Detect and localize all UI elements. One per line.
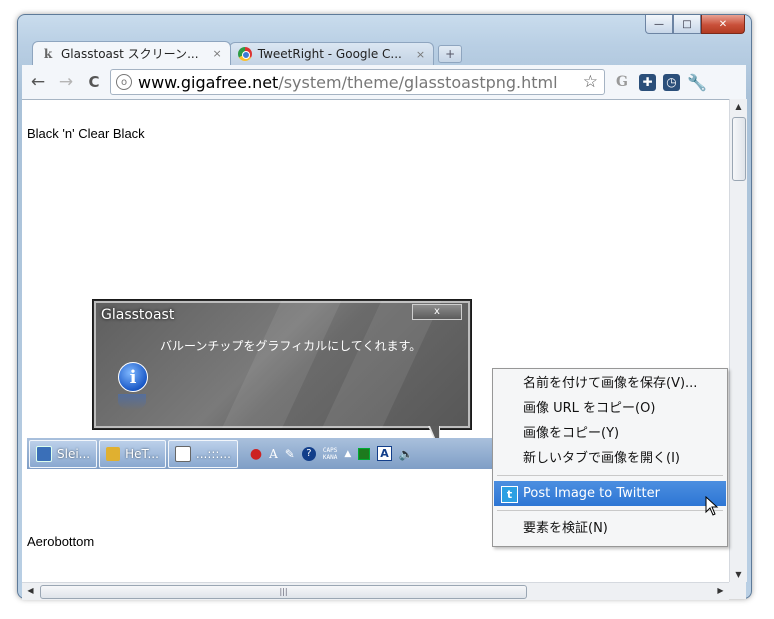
menu-item-save-image[interactable]: 名前を付けて画像を保存(V)...: [494, 371, 726, 396]
console-app-icon: [174, 445, 191, 462]
close-button[interactable]: ✕: [701, 15, 745, 34]
font-tray-icon[interactable]: A: [269, 447, 278, 461]
help-tray-icon[interactable]: ?: [301, 446, 316, 461]
taskbar-button-label: HeT...: [125, 446, 159, 461]
minimize-button[interactable]: —: [645, 15, 673, 34]
tab-close-icon[interactable]: ×: [213, 47, 222, 60]
scroll-right-arrow-icon[interactable]: ▶: [712, 586, 729, 595]
context-menu: 名前を付けて画像を保存(V)... 画像 URL をコピー(O) 画像をコピー(…: [492, 368, 728, 547]
vertical-scroll-thumb[interactable]: [732, 117, 746, 181]
scroll-down-arrow-icon[interactable]: ▼: [730, 570, 747, 579]
tab-tweetright[interactable]: TweetRight - Google C... ×: [228, 42, 435, 65]
wrench-menu-icon[interactable]: 🔧: [687, 72, 707, 92]
menu-item-copy-image-url[interactable]: 画像 URL をコピー(O): [494, 396, 726, 421]
balloon-close-button[interactable]: x: [412, 304, 462, 320]
caps-kana-indicator: CAPS KANA: [323, 447, 337, 461]
wrench-tray-icon[interactable]: ✎: [285, 447, 295, 461]
globe-icon: o: [116, 74, 132, 90]
taskbar-button-dots[interactable]: ...:::...: [167, 439, 238, 468]
url-host: www.gigafree.net: [138, 72, 279, 92]
mouse-cursor-icon: [705, 496, 719, 516]
bookmark-star-icon[interactable]: ☆: [583, 72, 598, 92]
toolbar: ← → C o www.gigafree.net /system/theme/g…: [22, 65, 746, 99]
k-logo-icon: k: [43, 46, 53, 61]
system-tray: ● A ✎ ? CAPS KANA ▲ A 🔈: [250, 446, 414, 462]
scroll-up-arrow-icon[interactable]: ▲: [730, 102, 747, 111]
page-text-bottom: Aerobottom: [27, 534, 95, 549]
scroll-corner: [729, 582, 746, 599]
grid-app-icon: [106, 446, 121, 461]
chrome-icon: [237, 47, 252, 61]
reload-button[interactable]: C: [82, 73, 106, 91]
url-path: /system/theme/glasstoastpng.html: [278, 72, 558, 92]
menu-item-inspect-element[interactable]: 要素を検証(N): [494, 516, 726, 541]
taskbar-button-slei[interactable]: Slei...: [29, 439, 98, 468]
page-text-top: Black 'n' Clear Black: [27, 126, 145, 141]
taskbar-button-het[interactable]: HeT...: [99, 439, 166, 468]
balloon-message: バルーンチップをグラフィカルにしてくれます。: [160, 339, 422, 353]
speaker-icon[interactable]: 🔈: [399, 447, 414, 461]
menu-item-copy-image[interactable]: 画像をコピー(Y): [494, 421, 726, 446]
ball-tray-icon[interactable]: ●: [250, 446, 262, 462]
clock-extension-icon[interactable]: ◷: [663, 73, 680, 91]
scroll-left-arrow-icon[interactable]: ◀: [22, 586, 39, 595]
horizontal-scrollbar[interactable]: ◀ ||| ▶: [22, 582, 729, 600]
tab-strip: k Glasstoast スクリーン... × TweetRight - Goo…: [32, 41, 463, 65]
glasstoast-balloon: Glasstoast x バルーンチップをグラフィカルにしてくれます。 i: [93, 300, 471, 429]
forward-button[interactable]: →: [54, 72, 78, 92]
menu-item-post-image-to-twitter[interactable]: t Post Image to Twitter: [494, 481, 726, 506]
taskbar: Slei... HeT... ...:::... ● A ✎ ? CAPS KA…: [27, 438, 492, 469]
taskbar-button-label: ...:::...: [195, 446, 231, 461]
menu-item-label: Post Image to Twitter: [523, 486, 660, 501]
menu-separator: [497, 475, 723, 476]
window-controls: — □ ✕: [645, 15, 745, 34]
twitter-icon: t: [501, 486, 518, 503]
tab-glasstoast[interactable]: k Glasstoast スクリーン... ×: [32, 41, 231, 65]
green-tray-icon[interactable]: [358, 447, 371, 460]
tab-close-icon[interactable]: ×: [416, 48, 425, 61]
tab-label: Glasstoast スクリーン...: [61, 47, 199, 61]
info-icon-reflection: [118, 394, 146, 410]
address-bar[interactable]: o www.gigafree.net /system/theme/glassto…: [110, 69, 605, 95]
vertical-scrollbar[interactable]: ▲ ▼: [729, 99, 747, 582]
balloon-title: Glasstoast: [101, 307, 175, 323]
taskbar-button-label: Slei...: [57, 446, 91, 461]
puzzle-extension-icon[interactable]: ✚: [639, 73, 656, 91]
glasstoast-tray-icon[interactable]: A: [377, 446, 392, 461]
caps-label: CAPS: [322, 446, 338, 454]
menu-item-open-image-new-tab[interactable]: 新しいタブで画像を開く(I): [494, 446, 726, 471]
info-icon: i: [118, 362, 148, 392]
maximize-button[interactable]: □: [673, 15, 701, 34]
new-tab-button[interactable]: +: [438, 45, 463, 63]
menu-separator: [497, 510, 723, 511]
tab-label: TweetRight - Google C...: [257, 47, 402, 61]
tray-expand-icon[interactable]: ▲: [344, 449, 351, 459]
back-button[interactable]: ←: [26, 72, 50, 92]
google-extension-icon[interactable]: G: [612, 72, 632, 92]
window-app-icon: [36, 445, 52, 462]
kana-label: KANA: [322, 453, 338, 461]
horizontal-scroll-thumb[interactable]: |||: [40, 585, 527, 599]
